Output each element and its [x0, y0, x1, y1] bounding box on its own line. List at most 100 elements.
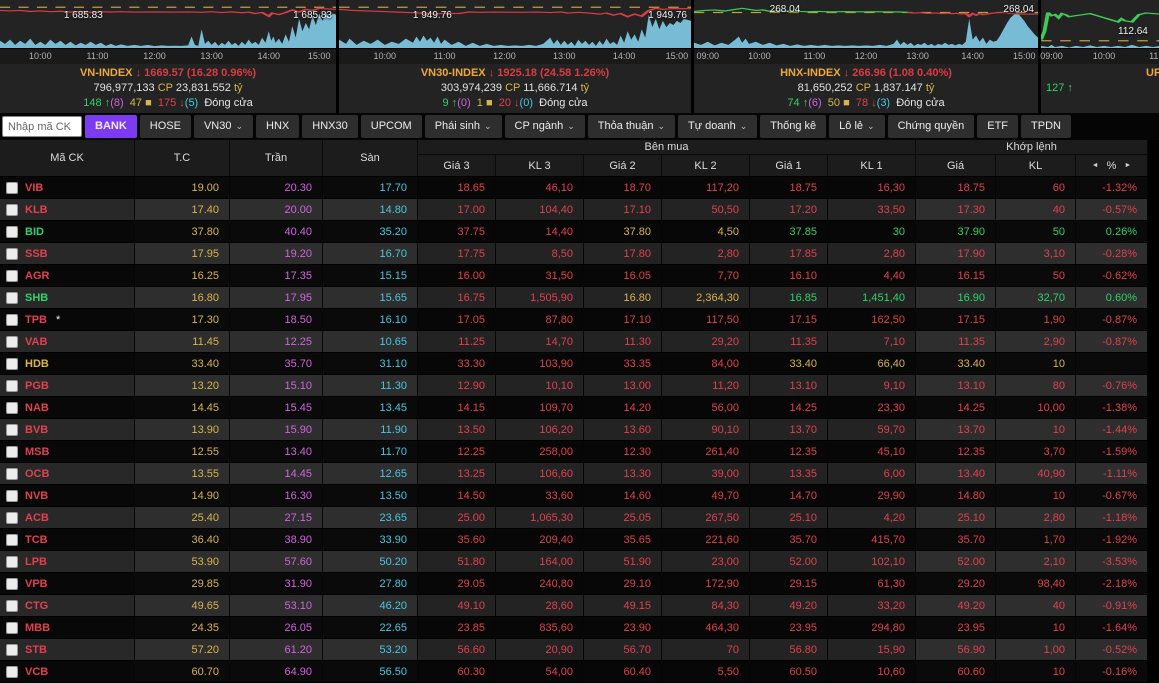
scrollbar-track[interactable] [1148, 617, 1159, 638]
row-checkbox[interactable] [6, 182, 18, 194]
scrollbar-track[interactable] [1148, 573, 1159, 594]
table-row-VIB[interactable]: VIB19.0020.3017.7018.6546,1018.70117,201… [0, 177, 1159, 199]
ticker-symbol[interactable]: TPB [25, 314, 47, 326]
ticker-symbol[interactable]: VAB [25, 336, 47, 348]
table-row-BID[interactable]: BID37.8040.4035.2037.7514,4037.804,5037.… [0, 221, 1159, 243]
table-row-PGB[interactable]: PGB13.2015.1011.3012.9010,1013.0011,2013… [0, 375, 1159, 397]
scrollbar-track[interactable] [1148, 287, 1159, 308]
row-checkbox[interactable] [6, 490, 18, 502]
row-checkbox[interactable] [6, 622, 18, 634]
row-checkbox[interactable] [6, 424, 18, 436]
tab-hnx[interactable]: HNX [256, 115, 299, 138]
scrollbar-track[interactable] [1148, 529, 1159, 550]
tab-cp-ngành[interactable]: CP ngành⌄ [505, 115, 585, 138]
tab-thỏa-thuận[interactable]: Thỏa thuận⌄ [588, 115, 675, 138]
ticker-symbol[interactable]: HDB [25, 358, 49, 370]
table-row-NVB[interactable]: NVB14.9016.3013.5014.5033,6014.6049,7014… [0, 485, 1159, 507]
row-checkbox[interactable] [6, 226, 18, 238]
ticker-symbol[interactable]: LPB [25, 556, 47, 568]
scrollbar-track[interactable] [1148, 639, 1159, 660]
table-row-LPB[interactable]: LPB53.9057.6050.2051.80164,0051.9023,005… [0, 551, 1159, 573]
table-row-OCB[interactable]: OCB13.5514.4512.6513.25106,6013.3039,001… [0, 463, 1159, 485]
table-row-CTG[interactable]: CTG49.6553.1046.2049.1028,6049.1584,3049… [0, 595, 1159, 617]
ticker-symbol[interactable]: KLB [25, 204, 48, 216]
scrollbar-track[interactable] [1148, 661, 1159, 682]
tab-thống-kê[interactable]: Thống kê [760, 115, 826, 138]
ticker-symbol[interactable]: AGR [25, 270, 49, 282]
table-row-SSB[interactable]: SSB17.9519.2016.7017.758,5017.802,8017.8… [0, 243, 1159, 265]
tab-vn30[interactable]: VN30⌄ [194, 115, 253, 138]
row-checkbox[interactable] [6, 556, 18, 568]
table-row-VPB[interactable]: VPB29.8531.9027.8029.05240,8029.10172,90… [0, 573, 1159, 595]
tab-phái-sinh[interactable]: Phái sinh⌄ [425, 115, 502, 138]
scrollbar-track[interactable] [1148, 199, 1159, 220]
tab-tự-doanh[interactable]: Tự doanh⌄ [678, 115, 757, 138]
ticker-symbol[interactable]: VPB [25, 578, 48, 590]
table-row-HDB[interactable]: HDB33.4035.7031.1033.30103,9033.3584,003… [0, 353, 1159, 375]
symbol-search-input[interactable] [2, 116, 82, 137]
tab-chứng-quyền[interactable]: Chứng quyền [888, 115, 975, 138]
scrollbar-track[interactable] [1148, 177, 1159, 198]
scrollbar-track[interactable] [1148, 463, 1159, 484]
scrollbar-track[interactable] [1148, 265, 1159, 286]
scrollbar-track[interactable] [1148, 375, 1159, 396]
row-checkbox[interactable] [6, 402, 18, 414]
ticker-symbol[interactable]: SSB [25, 248, 48, 260]
scrollbar-track[interactable] [1148, 331, 1159, 352]
row-checkbox[interactable] [6, 270, 18, 282]
tab-lô-lẻ[interactable]: Lô lẻ⌄ [829, 115, 884, 138]
ticker-symbol[interactable]: VIB [25, 182, 43, 194]
tab-bank[interactable]: BANK [85, 115, 137, 138]
tab-hose[interactable]: HOSE [140, 115, 191, 138]
scroll-right-icon[interactable]: ► [1124, 162, 1131, 169]
ticker-symbol[interactable]: NAB [25, 402, 49, 414]
scrollbar-track[interactable] [1148, 507, 1159, 528]
ticker-symbol[interactable]: BVB [25, 424, 48, 436]
row-checkbox[interactable] [6, 644, 18, 656]
row-checkbox[interactable] [6, 204, 18, 216]
tab-etf[interactable]: ETF [977, 115, 1018, 138]
row-checkbox[interactable] [6, 600, 18, 612]
scroll-left-icon[interactable]: ◄ [1092, 162, 1099, 169]
scrollbar-track[interactable] [1148, 309, 1159, 330]
tab-tpdn[interactable]: TPDN [1021, 115, 1071, 138]
ticker-symbol[interactable]: NVB [25, 490, 48, 502]
table-row-ACB[interactable]: ACB25.4027.1523.6525.001,065,3025.05267,… [0, 507, 1159, 529]
row-checkbox[interactable] [6, 446, 18, 458]
table-row-TCB[interactable]: TCB36.4038.9033.9035.60209,4035.65221,60… [0, 529, 1159, 551]
scrollbar-track[interactable] [1148, 140, 1159, 176]
table-row-VCB[interactable]: VCB60.7064.9056.5060.3054,0060.405,5060.… [0, 661, 1159, 683]
table-row-MBB[interactable]: MBB24.3526.0522.6523.85835,6023.90464,30… [0, 617, 1159, 639]
scrollbar-track[interactable] [1148, 353, 1159, 374]
ticker-symbol[interactable]: CTG [25, 600, 48, 612]
row-checkbox[interactable] [6, 512, 18, 524]
ticker-symbol[interactable]: ACB [25, 512, 49, 524]
scrollbar-track[interactable] [1148, 441, 1159, 462]
row-checkbox[interactable] [6, 248, 18, 260]
table-row-KLB[interactable]: KLB17.4020.0014.8017.00104,4017.1050,501… [0, 199, 1159, 221]
table-row-NAB[interactable]: NAB14.4515.4513.4514.15109,7014.2056,001… [0, 397, 1159, 419]
ticker-symbol[interactable]: TCB [25, 534, 48, 546]
scrollbar-track[interactable] [1148, 551, 1159, 572]
ticker-symbol[interactable]: BID [25, 226, 44, 238]
table-row-TPB[interactable]: TPB*17.3018.5016.1017.0587,8017.10117,50… [0, 309, 1159, 331]
row-checkbox[interactable] [6, 578, 18, 590]
tab-hnx30[interactable]: HNX30 [302, 115, 357, 138]
ticker-symbol[interactable]: PGB [25, 380, 49, 392]
row-checkbox[interactable] [6, 380, 18, 392]
scrollbar-track[interactable] [1148, 419, 1159, 440]
tab-upcom[interactable]: UPCOM [361, 115, 422, 138]
scrollbar-track[interactable] [1148, 485, 1159, 506]
table-row-VAB[interactable]: VAB11.4512.2510.6511.2514,7011.3029,2011… [0, 331, 1159, 353]
table-row-MSB[interactable]: MSB12.5513.4011.7012.25258,0012.30261,40… [0, 441, 1159, 463]
table-row-BVB[interactable]: BVB13.9015.9011.9013.50106,2013.6090,101… [0, 419, 1159, 441]
ticker-symbol[interactable]: STB [25, 644, 47, 656]
row-checkbox[interactable] [6, 314, 18, 326]
row-checkbox[interactable] [6, 534, 18, 546]
table-row-AGR[interactable]: AGR16.2517.3515.1516.0031,5016.057,7016.… [0, 265, 1159, 287]
row-checkbox[interactable] [6, 468, 18, 480]
ticker-symbol[interactable]: OCB [25, 468, 49, 480]
scrollbar-track[interactable] [1148, 397, 1159, 418]
table-row-STB[interactable]: STB57.2061.2053.2056.6020,9056.707056.80… [0, 639, 1159, 661]
ticker-symbol[interactable]: MBB [25, 622, 50, 634]
